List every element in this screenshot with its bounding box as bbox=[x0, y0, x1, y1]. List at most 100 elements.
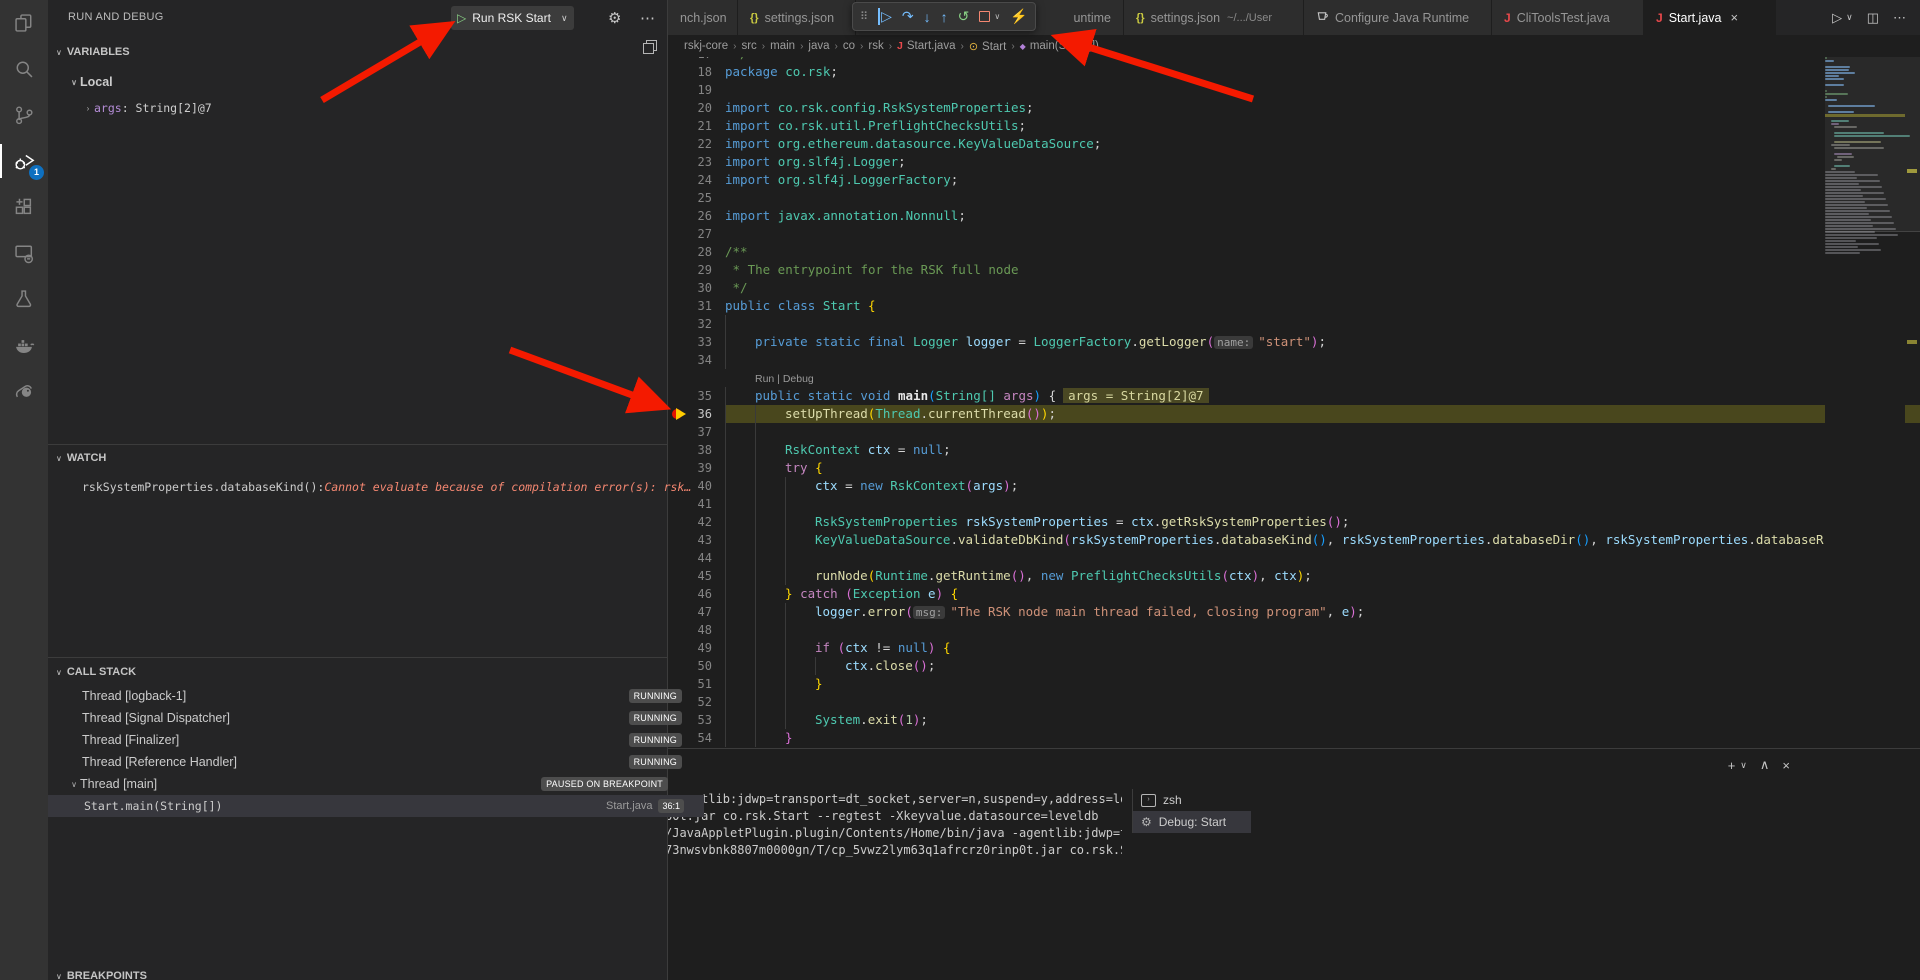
line-number[interactable]: 42 bbox=[668, 513, 712, 531]
variables-section-header[interactable]: ∨ VARIABLES bbox=[56, 46, 130, 58]
editor-tab-clitoolstest-java[interactable]: JCliToolsTest.java bbox=[1492, 0, 1644, 35]
line-number[interactable]: 33 bbox=[668, 333, 712, 351]
line-number[interactable]: 44 bbox=[668, 549, 712, 567]
line-number[interactable]: 21 bbox=[668, 117, 712, 135]
new-terminal-icon[interactable]: + bbox=[1728, 758, 1736, 773]
stop-menu-chevron-icon[interactable]: ∨ bbox=[994, 12, 1000, 21]
terminal-list-item-debug-start[interactable]: ⚙Debug: Start bbox=[1133, 811, 1251, 833]
line-number[interactable]: 45 bbox=[668, 567, 712, 585]
gradle-icon[interactable] bbox=[0, 368, 48, 414]
line-number[interactable]: 26 bbox=[668, 207, 712, 225]
drag-grip-icon[interactable]: ⠿ bbox=[860, 10, 868, 23]
run-and-debug-icon[interactable]: 1 bbox=[0, 138, 48, 184]
call-stack-section-header[interactable]: ∨ CALL STACK bbox=[56, 666, 136, 678]
breadcrumb-item[interactable]: JStart.java bbox=[897, 40, 955, 52]
breakpoints-section-header[interactable]: ∨ BREAKPOINTS bbox=[56, 970, 147, 980]
more-actions-icon[interactable]: ⋯ bbox=[640, 9, 655, 27]
line-number[interactable]: 37 bbox=[668, 423, 712, 441]
step-into-icon[interactable]: ↓ bbox=[924, 9, 931, 25]
terminal-list-item-zsh[interactable]: ›zsh bbox=[1133, 789, 1251, 811]
line-number[interactable]: 50 bbox=[668, 657, 712, 675]
stack-frame-row[interactable]: Start.main(String[]) Start.java 36:1 bbox=[48, 795, 704, 817]
thread-row[interactable]: Thread [logback-1]RUNNING bbox=[48, 685, 702, 707]
editor-tab-settings-json[interactable]: {}settings.json bbox=[738, 0, 856, 35]
line-number[interactable]: 47 bbox=[668, 603, 712, 621]
maximize-panel-icon[interactable]: ∧ bbox=[1760, 757, 1770, 773]
line-number[interactable]: 34 bbox=[668, 351, 712, 369]
search-icon[interactable] bbox=[0, 46, 48, 92]
breadcrumb-item[interactable]: rskj-core bbox=[684, 40, 728, 52]
line-number[interactable]: 30 bbox=[668, 279, 712, 297]
breadcrumb-item[interactable]: src bbox=[741, 40, 756, 52]
code-editor[interactable]: 17 */18package co.rsk;1920import co.rsk.… bbox=[668, 57, 1920, 748]
variable-args-row[interactable]: › args : String[2]@7 bbox=[48, 97, 702, 119]
line-number[interactable]: 25 bbox=[668, 189, 712, 207]
breadcrumb-item[interactable]: co bbox=[843, 40, 855, 52]
explorer-icon[interactable] bbox=[0, 0, 48, 46]
chevron-down-icon[interactable]: ∨ bbox=[561, 13, 568, 24]
thread-row[interactable]: Thread [Signal Dispatcher]RUNNING bbox=[48, 707, 702, 729]
thread-row[interactable]: Thread [Reference Handler]RUNNING bbox=[48, 751, 702, 773]
breadcrumb-item[interactable]: ◆main(String[]) bbox=[1020, 40, 1099, 52]
breadcrumb-item[interactable]: ⊙Start bbox=[969, 40, 1007, 53]
thread-row[interactable]: Thread [Finalizer]RUNNING bbox=[48, 729, 702, 751]
editor-tab-nch-json[interactable]: nch.json bbox=[668, 0, 738, 35]
terminal-profile-chevron-icon[interactable]: ∨ bbox=[1740, 760, 1747, 771]
line-number[interactable]: 27 bbox=[668, 225, 712, 243]
line-number[interactable]: 23 bbox=[668, 153, 712, 171]
line-number[interactable]: 36 bbox=[668, 405, 712, 423]
minimap[interactable] bbox=[1825, 57, 1905, 748]
line-number[interactable]: 49 bbox=[668, 639, 712, 657]
breadcrumb-item[interactable]: java bbox=[808, 40, 829, 52]
source-control-icon[interactable] bbox=[0, 92, 48, 138]
token: "The RSK node main thread failed, closin… bbox=[950, 604, 1326, 619]
line-number[interactable]: 48 bbox=[668, 621, 712, 639]
hot-code-replace-icon[interactable]: ⚡ bbox=[1010, 8, 1027, 25]
run-file-icon[interactable]: ▷ bbox=[1832, 10, 1842, 26]
minimap-slider[interactable] bbox=[1825, 57, 1920, 232]
split-editor-icon[interactable]: ◫ bbox=[1867, 10, 1879, 26]
indent-guide bbox=[725, 567, 755, 585]
line-number[interactable]: 38 bbox=[668, 441, 712, 459]
more-actions-icon[interactable]: ⋯ bbox=[1893, 10, 1906, 26]
extensions-icon[interactable] bbox=[0, 184, 48, 230]
gear-icon[interactable]: ⚙ bbox=[608, 9, 621, 27]
close-icon[interactable]: × bbox=[1731, 10, 1739, 25]
line-number[interactable]: 31 bbox=[668, 297, 712, 315]
continue-icon[interactable]: ▷ bbox=[878, 8, 892, 25]
start-debugging-button[interactable]: ▷ Run RSK Start ∨ bbox=[451, 6, 574, 30]
line-number[interactable]: 46 bbox=[668, 585, 712, 603]
restart-icon[interactable]: ↺ bbox=[958, 8, 970, 25]
variables-scope-local[interactable]: ∨ Local bbox=[48, 71, 688, 93]
thread-row[interactable]: ∨Thread [main]PAUSED ON BREAKPOINT bbox=[48, 773, 688, 795]
line-number[interactable]: 24 bbox=[668, 171, 712, 189]
testing-icon[interactable] bbox=[0, 276, 48, 322]
line-number[interactable]: 29 bbox=[668, 261, 712, 279]
token: ; bbox=[928, 658, 936, 673]
minimap-line bbox=[1825, 234, 1898, 236]
step-out-icon[interactable]: ↑ bbox=[941, 9, 948, 25]
run-debug-code-lens[interactable]: Run | Debug bbox=[755, 373, 814, 385]
line-number[interactable]: 28 bbox=[668, 243, 712, 261]
editor-tab-configure-java-runtime[interactable]: Configure Java Runtime bbox=[1304, 0, 1492, 35]
editor-tab-settings-json[interactable]: {}settings.json~/.../User bbox=[1124, 0, 1304, 35]
line-number[interactable]: 32 bbox=[668, 315, 712, 333]
line-number[interactable]: 39 bbox=[668, 459, 712, 477]
run-file-chevron-icon[interactable]: ∨ bbox=[1846, 12, 1853, 23]
line-number[interactable]: 22 bbox=[668, 135, 712, 153]
editor-tab-start-java[interactable]: JStart.java× bbox=[1644, 0, 1776, 35]
breadcrumb-item[interactable]: rsk bbox=[868, 40, 883, 52]
stop-icon[interactable] bbox=[979, 11, 990, 22]
watch-section-header[interactable]: ∨ WATCH bbox=[56, 452, 106, 464]
remote-explorer-icon[interactable] bbox=[0, 230, 48, 276]
step-over-icon[interactable]: ↷ bbox=[902, 8, 914, 25]
close-panel-icon[interactable]: × bbox=[1782, 758, 1790, 773]
token: = bbox=[838, 478, 861, 493]
line-number[interactable]: 35 bbox=[668, 387, 712, 405]
watch-expression-row[interactable]: rskSystemProperties.databaseKind(): Cann… bbox=[48, 476, 702, 498]
docker-icon[interactable] bbox=[0, 322, 48, 368]
breadcrumb-item[interactable]: main bbox=[770, 40, 795, 52]
line-number[interactable]: 43 bbox=[668, 531, 712, 549]
token: ; bbox=[1019, 118, 1027, 133]
token bbox=[1041, 388, 1049, 403]
